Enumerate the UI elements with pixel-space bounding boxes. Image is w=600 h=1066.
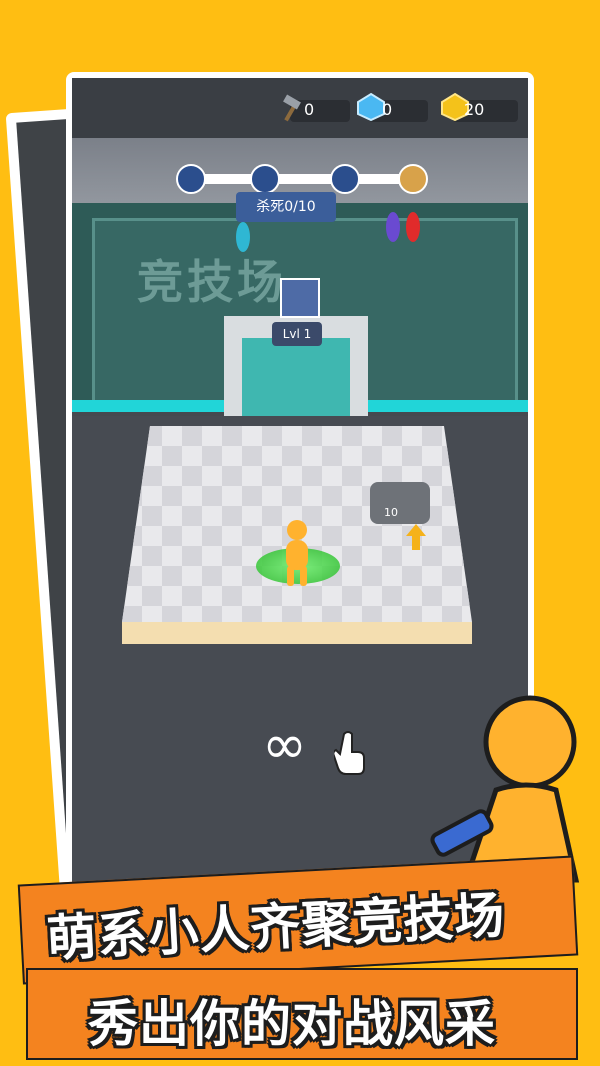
enemy-cyan <box>236 222 250 252</box>
diamond-count: 0 <box>382 100 393 119</box>
arena-edge-left <box>72 400 232 412</box>
promo-line-1: 萌系小人齐聚竞技场 <box>45 886 507 969</box>
helmet-avatar-icon <box>280 278 320 318</box>
arena-edge-right <box>362 400 528 412</box>
pointing-hand-icon <box>334 731 365 775</box>
upgrade-pad[interactable] <box>370 482 430 524</box>
level-badge: Lvl 1 <box>272 322 322 346</box>
gold-reward-node <box>250 164 280 194</box>
arena-gate-opening[interactable] <box>242 338 350 426</box>
upgrade-cost: 10 <box>384 506 398 519</box>
up-arrow-icon <box>406 524 426 550</box>
sword-icon <box>176 164 206 194</box>
hammer-count: 0 <box>304 100 315 119</box>
promo-banner-2: 秀出你的对战风采 <box>26 968 578 1060</box>
platform-edge <box>122 622 472 644</box>
enemy-purple <box>386 212 400 242</box>
player-character[interactable] <box>272 518 322 588</box>
helmet-icon <box>398 164 428 194</box>
hammer-icon <box>283 94 301 122</box>
gold-reward-node-2 <box>330 164 360 194</box>
promo-line-2: 秀出你的对战风采 <box>88 995 496 1053</box>
wave-progress-bar <box>192 174 418 184</box>
arena-floor-label: 竞技场 <box>137 255 287 309</box>
gold-count: 20 <box>464 100 485 119</box>
kill-counter: 杀死0/10 <box>236 192 336 222</box>
infinity-swipe-icon: ∞ <box>262 713 307 776</box>
enemy-red <box>406 212 420 242</box>
